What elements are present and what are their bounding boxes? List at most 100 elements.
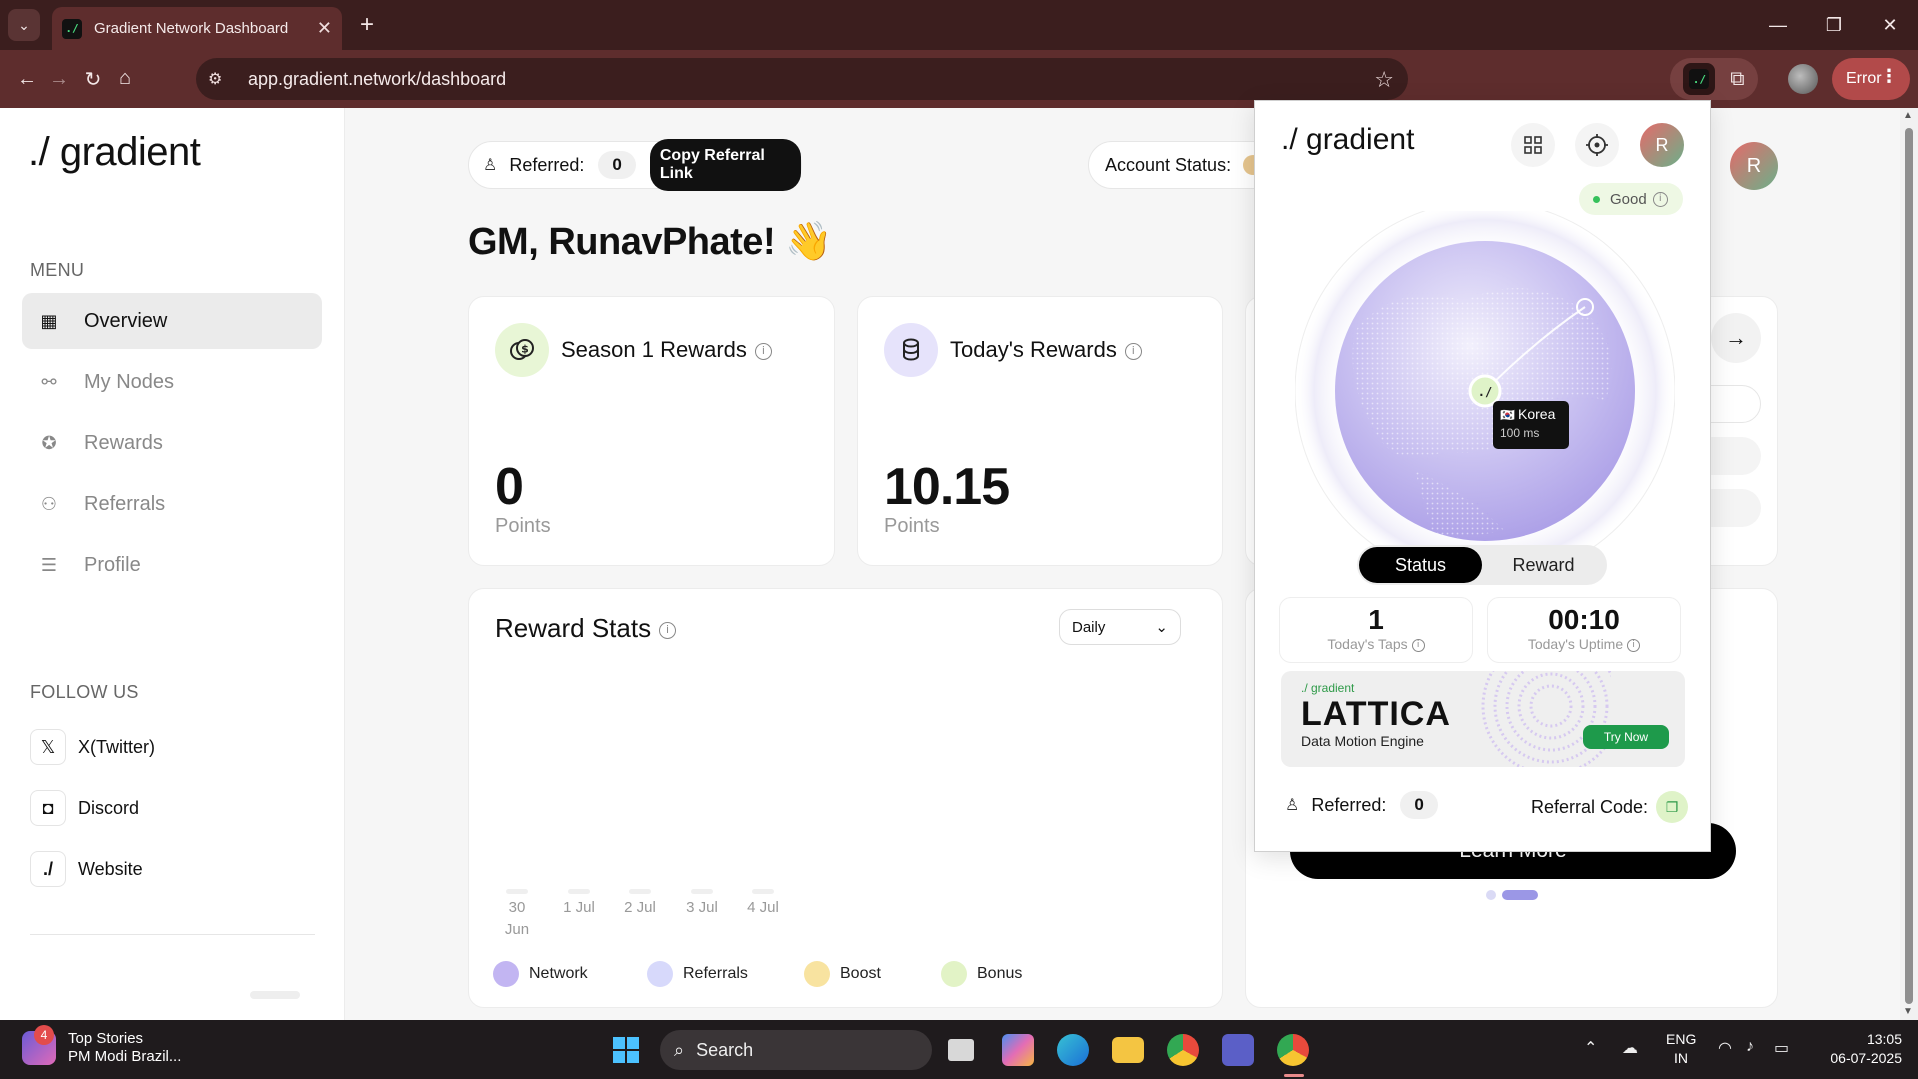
arrow-left-icon[interactable]: ← [12, 64, 42, 94]
address-bar[interactable]: ⚙ app.gradient.network/dashboard ☆ [196, 58, 1408, 100]
tab-search-button[interactable]: ⌄ [8, 9, 40, 41]
clock[interactable]: 13:05 06-07-2025 [1812, 1030, 1902, 1068]
tune-icon[interactable]: ⚙ [208, 69, 232, 89]
carousel-dot-active[interactable] [1502, 890, 1538, 900]
file-explorer-icon[interactable] [1112, 1037, 1144, 1063]
windows-start-icon[interactable] [610, 1034, 642, 1066]
person-icon: ♙ [1285, 797, 1300, 814]
language-code: ENG [1666, 1031, 1697, 1047]
chrome-icon[interactable] [1167, 1034, 1199, 1066]
account-status[interactable]: Account Status: [1088, 141, 1268, 189]
sidebar-item-profile[interactable]: ☰ Profile [22, 537, 322, 593]
legend-label: Bonus [977, 965, 1023, 982]
minimize-icon[interactable]: — [1750, 0, 1806, 50]
clock-date: 06-07-2025 [1830, 1050, 1902, 1066]
arrow-right-icon[interactable]: → [44, 64, 74, 94]
taskbar-search[interactable]: ⌕ Search [660, 1030, 932, 1070]
sidebar-item-label: Overview [84, 309, 168, 332]
info-icon[interactable]: i [1627, 638, 1641, 652]
error-button[interactable]: Error ⋮ [1832, 58, 1910, 100]
tab-status[interactable]: Status [1359, 547, 1482, 583]
star-icon[interactable]: ☆ [1374, 67, 1394, 93]
teams-icon[interactable] [1222, 1034, 1254, 1066]
copy-icon[interactable]: ❐ [1656, 791, 1689, 823]
language-indicator[interactable]: ENG IN [1666, 1030, 1696, 1068]
news-subtitle: PM Modi Brazil... [68, 1048, 182, 1065]
home-icon[interactable]: ⌂ [110, 63, 140, 93]
status-dot [1593, 195, 1600, 203]
task-view-icon[interactable] [948, 1039, 974, 1061]
try-now-button[interactable]: Try Now [1583, 725, 1669, 749]
plus-icon[interactable]: + [352, 10, 382, 40]
chevron-up-icon[interactable]: ⌃ [1584, 1038, 1597, 1058]
sidebar-item-my-nodes[interactable]: ⚯ My Nodes [22, 354, 322, 410]
legend-bonus: Bonus [941, 961, 1022, 987]
page-scrollbar[interactable]: ▲ ▼ [1900, 108, 1918, 1020]
season-rewards-card: $ Season 1 Rewards i 0 Points [468, 296, 835, 566]
sidebar-fade [250, 991, 300, 999]
profile-icon[interactable] [1788, 64, 1818, 94]
arrow-right-icon[interactable]: → [1711, 313, 1761, 363]
browser-tab[interactable]: ./ Gradient Network Dashboard ✕ [52, 7, 342, 50]
today-points-value: 10.15 [884, 458, 1010, 516]
info-icon[interactable]: i [659, 621, 677, 639]
follow-label: X(Twitter) [78, 736, 156, 757]
avatar[interactable]: R [1730, 142, 1778, 190]
battery-icon[interactable]: ▭ [1774, 1038, 1789, 1058]
cloud-off-icon[interactable]: ☁ [1622, 1038, 1638, 1058]
error-label: Error [1846, 70, 1882, 87]
scroll-down-icon[interactable]: ▼ [1903, 1006, 1913, 1017]
extensions-group: ./ ⧉ [1670, 58, 1758, 100]
follow-website[interactable]: ./ Website [30, 849, 143, 889]
scroll-up-icon[interactable]: ▲ [1903, 110, 1913, 121]
window-controls: — ❐ ✕ [1750, 0, 1918, 50]
carousel-dots[interactable] [1486, 890, 1538, 900]
legend-swatch [493, 961, 519, 987]
gradient-extension-button[interactable]: ./ [1683, 63, 1716, 95]
sidebar-item-overview[interactable]: ▦ Overview [22, 293, 322, 349]
lattica-promo[interactable]: ./ gradient LATTICA Data Motion Engine T… [1281, 671, 1685, 767]
copy-referral-link-button[interactable]: Copy Referral Link [649, 139, 801, 191]
uptime-label: Today's Uptime i [1488, 636, 1680, 652]
gradient-logo[interactable]: ./ gradient [28, 130, 201, 175]
sidebar-item-rewards[interactable]: ✪ Rewards [22, 415, 322, 471]
scroll-thumb[interactable] [1905, 128, 1913, 1004]
restore-icon[interactable]: ❐ [1806, 0, 1862, 50]
copilot-icon[interactable] [1002, 1034, 1034, 1066]
legend-network: Network [493, 961, 588, 987]
chrome-profile-icon[interactable] [1277, 1034, 1309, 1066]
taps-label: Today's Taps i [1280, 636, 1472, 652]
follow-twitter[interactable]: 𝕏 X(Twitter) [30, 727, 155, 767]
sidebar-item-referrals[interactable]: ⚇ Referrals [22, 476, 322, 532]
info-icon[interactable]: i [1411, 638, 1425, 652]
sidebar-item-label: Profile [84, 553, 141, 576]
card-title-text: Season 1 Rewards [561, 337, 747, 362]
follow-discord[interactable]: ◘ Discord [30, 788, 139, 828]
avatar[interactable]: R [1640, 123, 1684, 167]
news-widget[interactable]: 4 Top Stories PM Modi Brazil... [22, 1025, 182, 1066]
info-icon[interactable]: i [1652, 191, 1668, 207]
close-icon[interactable]: ✕ [317, 18, 332, 39]
card-title: Today's Rewards i [950, 337, 1142, 363]
volume-icon[interactable]: ♪ [1746, 1038, 1754, 1056]
carousel-dot[interactable] [1486, 890, 1496, 900]
period-select[interactable]: Daily ⌄ [1059, 609, 1181, 645]
node-marker-icon: ./ [1478, 385, 1492, 399]
close-window-icon[interactable]: ✕ [1862, 0, 1918, 50]
info-icon[interactable]: i [1124, 342, 1142, 360]
dashboard-grid-icon[interactable] [1511, 123, 1555, 167]
edge-icon[interactable] [1057, 1034, 1089, 1066]
tab-reward[interactable]: Reward [1482, 547, 1605, 583]
reward-stats-card: Reward Stats i Daily ⌄ 30 Jun 1 Jul 2 Jul … [468, 588, 1223, 1008]
puzzle-icon[interactable]: ⧉ [1730, 68, 1744, 91]
referral-code-label: Referral Code: [1531, 796, 1649, 817]
award-icon: ✪ [41, 432, 57, 453]
reload-icon[interactable]: ↻ [78, 64, 108, 94]
x-tick-label: 3 Jul [686, 899, 718, 916]
info-icon[interactable]: i [754, 342, 772, 360]
url-text: app.gradient.network/dashboard [248, 68, 507, 89]
wifi-icon[interactable]: ◠ [1718, 1038, 1732, 1058]
crosshair-icon[interactable] [1575, 123, 1619, 167]
page-title: GM, RunavPhate! 👋 [468, 221, 832, 263]
legend-referrals: Referrals [647, 961, 748, 987]
